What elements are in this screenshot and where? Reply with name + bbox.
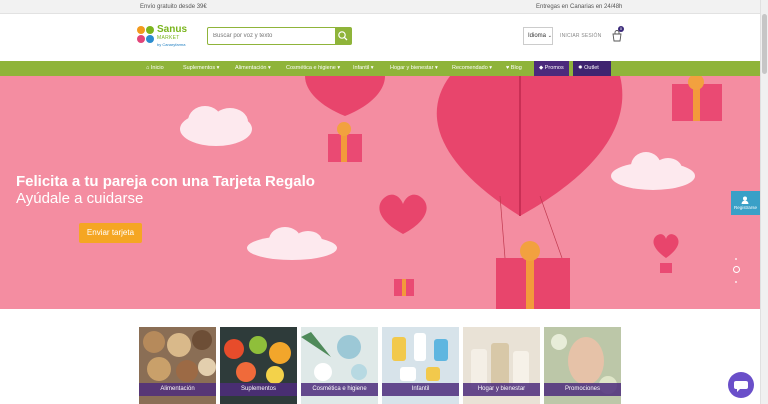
nav-item-hogar[interactable]: Hogar y bienestar ▾ [390,61,438,76]
carousel-dot[interactable] [735,281,737,283]
carousel-dot[interactable] [735,258,737,260]
site-header: Sanus MARKET by Canaryfarma Idioma ⌄ INI… [0,14,760,61]
nav-item-recomendado[interactable]: Recomendado ▾ [452,61,492,76]
category-card-alimentacion[interactable]: Alimentación [139,327,216,404]
search-icon [338,31,348,41]
nav-item-outlet[interactable]: ✹ Outlet [573,61,611,76]
scrollbar-thumb[interactable] [762,14,767,74]
category-label: Suplementos [220,383,297,396]
logo-by: by Canaryfarma [157,42,186,47]
user-icon [741,196,749,204]
cart-count-badge: 0 [618,26,624,32]
nav-item-promos[interactable]: ◆ Promos [534,61,569,76]
top-info-bar: Envío gratuito desde 39€ Entregas en Can… [0,0,760,14]
chat-button[interactable] [728,372,754,398]
nav-item-cosmetica[interactable]: Cosmética e higiene ▾ [286,61,340,76]
nav-label: Outlet [584,65,599,71]
nav-item-blog[interactable]: ♥ Blog [506,61,522,76]
category-grid: Alimentación Suplementos Cosmética e hig… [139,327,621,404]
category-card-suplementos[interactable]: Suplementos [220,327,297,404]
language-label: Idioma [528,33,547,39]
percent-icon: ✹ [578,65,583,71]
category-label: Infantil [382,383,459,396]
category-card-hogar[interactable]: Hogar y bienestar [463,327,540,404]
main-navigation: ⌂ Inicio Suplementos ▾ Alimentación ▾ Co… [0,61,760,76]
login-link[interactable]: INICIAR SESIÓN [560,33,601,39]
nav-label: Cosmética e higiene ▾ [286,65,341,71]
nav-label: Inicio [150,65,164,71]
register-tab[interactable]: Registrarse [731,191,760,215]
nav-item-infantil[interactable]: Infantil ▾ [353,61,374,76]
category-label: Alimentación [139,383,216,396]
tag-icon: ◆ [539,65,544,71]
carousel-dot-active[interactable] [733,266,740,273]
category-card-promociones[interactable]: Promociones [544,327,621,404]
category-card-cosmetica[interactable]: Cosmética e higiene [301,327,378,404]
category-label: Cosmética e higiene [301,383,378,396]
cart-button[interactable]: 0 [611,26,624,42]
nav-label: Hogar y bienestar ▾ [390,65,438,71]
heart-icon: ♥ [506,65,510,71]
home-icon: ⌂ [146,65,150,71]
category-card-infantil[interactable]: Infantil [382,327,459,404]
carousel-indicators [733,257,740,287]
free-shipping-text: Envío gratuito desde 39€ [140,4,207,10]
nav-item-suplementos[interactable]: Suplementos ▾ [183,61,219,76]
nav-label: Promos [544,65,564,71]
send-card-button[interactable]: Enviar tarjeta [79,223,142,243]
delivery-info-text: Entregas en Canarias en 24/48h [536,4,623,10]
register-label: Registrarse [733,205,757,210]
language-selector[interactable]: Idioma ⌄ [523,27,553,45]
nav-item-alimentacion[interactable]: Alimentación ▾ [235,61,271,76]
logo-market: MARKET [157,35,180,41]
page-scrollbar[interactable] [760,0,768,404]
search-box [207,27,352,45]
nav-label: Blog [510,65,522,71]
search-input[interactable] [208,28,335,44]
nav-label: Alimentación ▾ [235,65,271,71]
nav-label: Recomendado ▾ [452,65,493,71]
hero-title: Felicita a tu pareja con una Tarjeta Reg… [16,173,315,190]
hero-subtitle: Ayúdale a cuidarse [16,190,144,207]
nav-label: Infantil ▾ [353,65,374,71]
chevron-down-icon: ⌄ [547,33,552,39]
logo-name: Sanus [157,24,188,35]
nav-item-inicio[interactable]: ⌂ Inicio [146,61,164,76]
nav-label: Suplementos ▾ [183,65,220,71]
chat-bubble-icon [734,381,748,392]
flower-logo-icon [137,26,155,44]
hero-banner[interactable]: Felicita a tu pareja con una Tarjeta Reg… [0,76,760,309]
category-label: Promociones [544,383,621,396]
category-label: Hogar y bienestar [463,383,540,396]
sanus-market-logo[interactable]: Sanus MARKET by Canaryfarma [137,24,197,54]
search-button[interactable] [335,28,351,44]
